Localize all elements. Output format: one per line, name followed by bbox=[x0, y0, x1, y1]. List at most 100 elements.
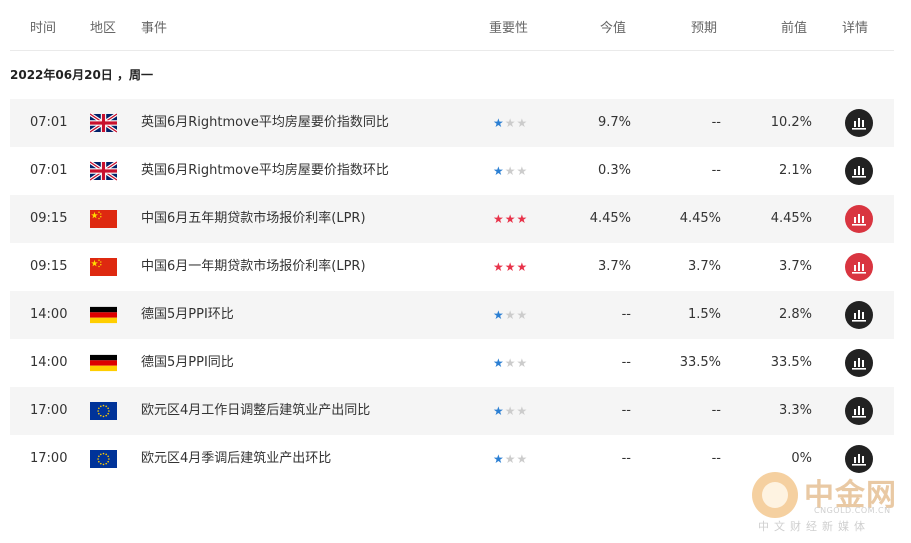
eu-flag-icon bbox=[90, 401, 117, 421]
row-actual: 0.3% bbox=[597, 163, 631, 178]
star-empty-icon: ★ bbox=[504, 452, 517, 466]
row-forecast: -- bbox=[711, 451, 721, 466]
cngold-watermark: 中金网 CNGOLD.COM.CN 中文财经新媒体 bbox=[752, 468, 902, 533]
table-row: 09:15 中国6月一年期贷款市场报价利率(LPR) ★★★ 3.7% 3.7% 3.7% bbox=[10, 243, 894, 291]
date-label: 2022年06月20日 ，周一 bbox=[10, 68, 153, 82]
row-actual: 9.7% bbox=[597, 115, 631, 130]
eu-flag-icon bbox=[90, 449, 117, 469]
bar-chart-icon[interactable] bbox=[845, 253, 873, 281]
china-flag-icon bbox=[90, 257, 117, 277]
star-empty-icon: ★ bbox=[504, 404, 517, 418]
header-detail: 详情 bbox=[842, 21, 869, 36]
star-filled-icon: ★ bbox=[493, 404, 505, 418]
star-empty-icon: ★ bbox=[516, 356, 529, 370]
cngold-logo-inner bbox=[762, 482, 788, 508]
uk-flag-icon bbox=[90, 113, 117, 133]
star-empty-icon: ★ bbox=[516, 308, 529, 322]
star-empty-icon: ★ bbox=[504, 164, 517, 178]
row-actual: 4.45% bbox=[589, 211, 631, 226]
importance-stars: ★★★ bbox=[493, 435, 528, 483]
row-actual: -- bbox=[621, 307, 631, 322]
star-filled-icon: ★ bbox=[493, 116, 505, 130]
row-time: 17:00 bbox=[30, 451, 68, 466]
china-flag-icon bbox=[90, 209, 117, 229]
star-empty-icon: ★ bbox=[516, 116, 529, 130]
row-previous: 3.7% bbox=[778, 259, 812, 274]
header-forecast: 预期 bbox=[691, 21, 718, 36]
importance-stars: ★★★ bbox=[493, 99, 528, 147]
importance-stars: ★★★ bbox=[493, 339, 528, 387]
table-header: 时间 地区 事件 重要性 今值 预期 前值 详情 bbox=[10, 0, 894, 51]
detail-button[interactable] bbox=[845, 109, 873, 137]
row-time: 07:01 bbox=[30, 163, 68, 178]
star-filled-icon: ★ bbox=[493, 452, 505, 466]
bar-chart-icon[interactable] bbox=[845, 109, 873, 137]
row-time: 09:15 bbox=[30, 211, 68, 226]
row-previous: 4.45% bbox=[770, 211, 812, 226]
header-event: 事件 bbox=[141, 21, 168, 36]
bar-chart-icon[interactable] bbox=[845, 397, 873, 425]
star-filled-icon: ★ bbox=[493, 212, 505, 226]
detail-button[interactable] bbox=[845, 205, 873, 233]
row-event[interactable]: 中国6月五年期贷款市场报价利率(LPR) bbox=[141, 195, 366, 243]
bar-chart-icon[interactable] bbox=[845, 349, 873, 377]
star-filled-icon: ★ bbox=[504, 212, 517, 226]
row-previous: 10.2% bbox=[770, 115, 812, 130]
header-importance: 重要性 bbox=[489, 21, 529, 36]
row-event[interactable]: 英国6月Rightmove平均房屋要价指数同比 bbox=[141, 99, 389, 147]
detail-button[interactable] bbox=[845, 301, 873, 329]
table-row: 14:00 德国5月PPI同比 ★★★ -- 33.5% 33.5% bbox=[10, 339, 894, 387]
star-empty-icon: ★ bbox=[504, 116, 517, 130]
row-forecast: 1.5% bbox=[687, 307, 721, 322]
star-filled-icon: ★ bbox=[516, 212, 529, 226]
star-empty-icon: ★ bbox=[504, 308, 517, 322]
row-previous: 2.8% bbox=[778, 307, 812, 322]
bar-chart-icon[interactable] bbox=[845, 157, 873, 185]
row-previous: 33.5% bbox=[770, 355, 812, 370]
row-time: 14:00 bbox=[30, 307, 68, 322]
row-event[interactable]: 英国6月Rightmove平均房屋要价指数环比 bbox=[141, 147, 389, 195]
table-row: 09:15 中国6月五年期贷款市场报价利率(LPR) ★★★ 4.45% 4.45% 4.… bbox=[10, 195, 894, 243]
germany-flag-icon bbox=[90, 305, 117, 325]
row-forecast: -- bbox=[711, 403, 721, 418]
detail-button[interactable] bbox=[845, 397, 873, 425]
star-empty-icon: ★ bbox=[504, 356, 517, 370]
watermark-subtitle: 中文财经新媒体 bbox=[758, 520, 870, 533]
uk-flag-icon bbox=[90, 161, 117, 181]
star-filled-icon: ★ bbox=[493, 356, 505, 370]
row-actual: 3.7% bbox=[597, 259, 631, 274]
table-row: 17:00 欧元区4月工作日调整后建筑业产出同比 ★★★ -- -- 3.3% bbox=[10, 387, 894, 435]
row-forecast: -- bbox=[711, 163, 721, 178]
table-row: 14:00 德国5月PPI环比 ★★★ -- 1.5% 2.8% bbox=[10, 291, 894, 339]
row-event[interactable]: 德国5月PPI环比 bbox=[141, 291, 234, 339]
detail-button[interactable] bbox=[845, 349, 873, 377]
star-filled-icon: ★ bbox=[516, 260, 529, 274]
bar-chart-icon[interactable] bbox=[845, 205, 873, 233]
importance-stars: ★★★ bbox=[493, 147, 528, 195]
header-region: 地区 bbox=[90, 21, 117, 36]
star-empty-icon: ★ bbox=[516, 404, 529, 418]
row-forecast: 33.5% bbox=[679, 355, 721, 370]
star-filled-icon: ★ bbox=[493, 260, 505, 274]
star-filled-icon: ★ bbox=[493, 308, 505, 322]
importance-stars: ★★★ bbox=[493, 387, 528, 435]
row-event[interactable]: 欧元区4月季调后建筑业产出环比 bbox=[141, 435, 331, 483]
row-event[interactable]: 德国5月PPI同比 bbox=[141, 339, 234, 387]
row-previous: 3.3% bbox=[778, 403, 812, 418]
table-row: 07:01 英国6月Rightmove平均房屋要价指数环比 ★★★ 0.3% -- 2.1… bbox=[10, 147, 894, 195]
star-filled-icon: ★ bbox=[493, 164, 505, 178]
row-event[interactable]: 欧元区4月工作日调整后建筑业产出同比 bbox=[141, 387, 370, 435]
detail-button[interactable] bbox=[845, 157, 873, 185]
detail-button[interactable] bbox=[845, 253, 873, 281]
bar-chart-icon[interactable] bbox=[845, 301, 873, 329]
row-event[interactable]: 中国6月一年期贷款市场报价利率(LPR) bbox=[141, 243, 366, 291]
row-actual: -- bbox=[621, 403, 631, 418]
row-actual: -- bbox=[621, 451, 631, 466]
row-time: 07:01 bbox=[30, 115, 68, 130]
row-forecast: 4.45% bbox=[679, 211, 721, 226]
row-actual: -- bbox=[621, 355, 631, 370]
header-actual: 今值 bbox=[600, 21, 627, 36]
row-time: 14:00 bbox=[30, 355, 68, 370]
row-time: 17:00 bbox=[30, 403, 68, 418]
row-time: 09:15 bbox=[30, 259, 68, 274]
